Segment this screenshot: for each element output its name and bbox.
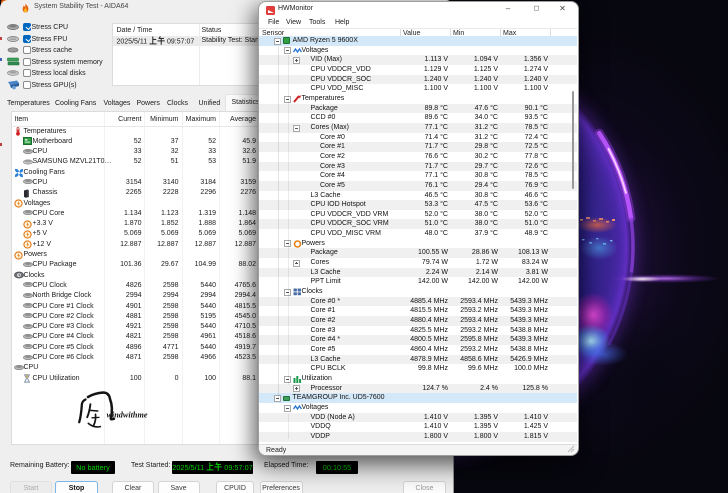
- svg-text:windwithme: windwithme: [107, 411, 148, 420]
